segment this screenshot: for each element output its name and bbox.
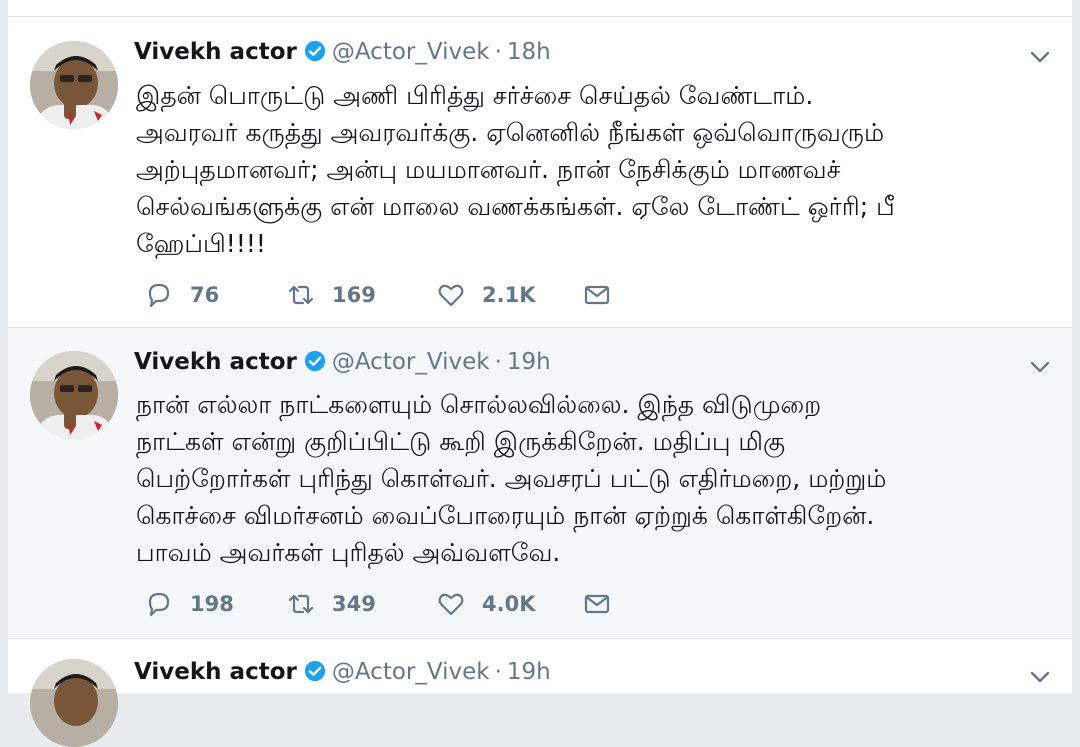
tweet-text: இதன் பொருட்டு அணி பிரித்து சர்ச்சை செய்த… <box>136 81 895 258</box>
separator-dot: · <box>494 659 502 685</box>
avatar[interactable] <box>30 41 118 129</box>
chevron-down-icon[interactable] <box>1028 665 1052 689</box>
username[interactable]: @Actor_Vivek <box>332 659 490 685</box>
display-name[interactable]: Vivekh actor <box>134 39 297 65</box>
reply-count: 76 <box>190 283 220 307</box>
retweet-button[interactable]: 349 <box>286 587 376 621</box>
reply-icon <box>148 283 170 308</box>
reply-icon <box>148 592 170 617</box>
avatar[interactable] <box>30 659 118 747</box>
timestamp[interactable]: 18h <box>507 39 551 65</box>
separator-dot: · <box>494 39 502 65</box>
heart-icon <box>438 284 464 307</box>
like-button[interactable]: 4.0K <box>436 587 535 621</box>
tweet[interactable]: Vivekh actor @Actor_Vivek · 19h நான் எல்… <box>8 328 1072 639</box>
dm-button[interactable] <box>582 587 612 621</box>
username[interactable]: @Actor_Vivek <box>332 39 490 65</box>
chevron-down-icon[interactable] <box>1028 45 1052 69</box>
tweet-text: நான் எல்லா நாட்களையும் சொல்லவில்லை. இந்த… <box>136 390 887 567</box>
username[interactable]: @Actor_Vivek <box>332 349 490 375</box>
timestamp[interactable]: 19h <box>507 349 551 375</box>
display-name[interactable]: Vivekh actor <box>134 659 297 685</box>
display-name[interactable]: Vivekh actor <box>134 349 297 375</box>
chevron-down-icon[interactable] <box>1028 355 1052 379</box>
retweet-count: 349 <box>332 592 376 616</box>
retweet-icon <box>288 594 314 614</box>
verified-badge-icon <box>304 40 326 62</box>
reply-count: 198 <box>190 592 234 616</box>
retweet-count: 169 <box>332 283 376 307</box>
reply-button[interactable]: 76 <box>144 278 219 312</box>
verified-badge-icon <box>304 350 326 372</box>
tweet-header: Vivekh actor @Actor_Vivek · 19h <box>134 347 551 381</box>
heart-icon <box>438 593 464 616</box>
like-button[interactable]: 2.1K <box>436 278 535 312</box>
timestamp[interactable]: 19h <box>507 659 551 685</box>
retweet-icon <box>288 285 314 305</box>
tweet[interactable]: Vivekh actor @Actor_Vivek · 19h <box>8 639 1072 747</box>
envelope-icon <box>584 285 610 305</box>
timeline: Vivekh actor @Actor_Vivek · 18h இதன் பொர… <box>8 0 1072 747</box>
tweet-header: Vivekh actor @Actor_Vivek · 18h <box>134 37 551 71</box>
verified-badge-icon <box>304 660 326 682</box>
tweet[interactable]: Vivekh actor @Actor_Vivek · 18h இதன் பொர… <box>8 17 1072 328</box>
retweet-button[interactable]: 169 <box>286 278 376 312</box>
envelope-icon <box>584 594 610 614</box>
reply-button[interactable]: 198 <box>144 587 234 621</box>
separator-dot: · <box>494 349 502 375</box>
dm-button[interactable] <box>582 278 612 312</box>
like-count: 4.0K <box>482 592 536 616</box>
like-count: 2.1K <box>482 283 536 307</box>
tweet-header: Vivekh actor @Actor_Vivek · 19h <box>134 657 551 691</box>
avatar[interactable] <box>30 351 118 439</box>
